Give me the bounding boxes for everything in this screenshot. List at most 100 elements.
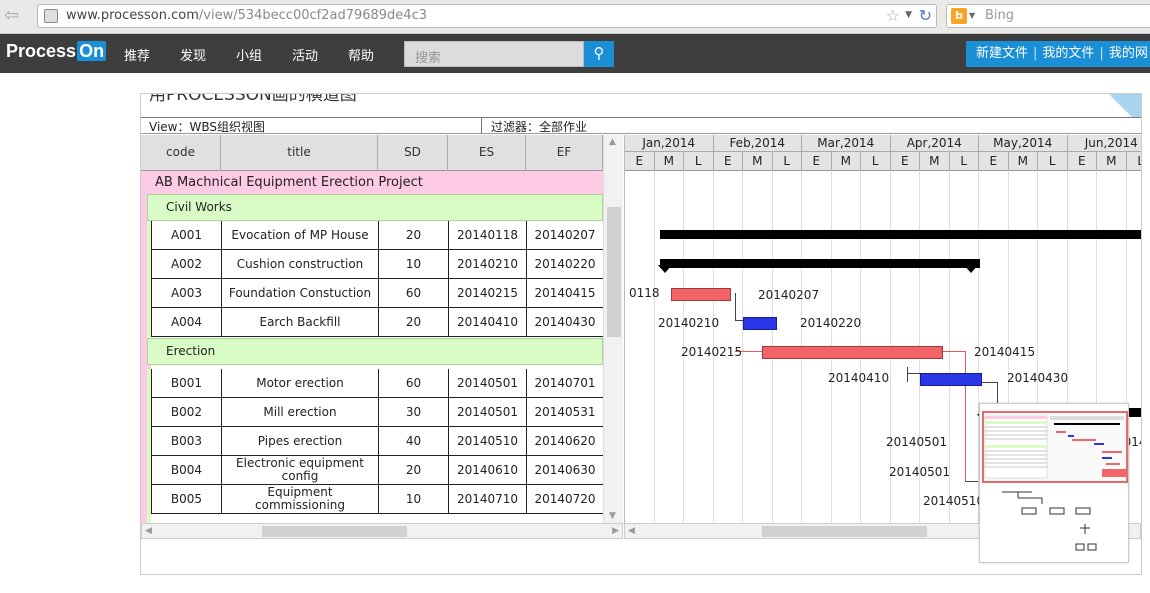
chevron-down-icon[interactable]: ▼ — [969, 11, 975, 20]
date-label: 20140220 — [800, 316, 862, 330]
scroll-left-icon[interactable]: ◀ — [145, 524, 152, 539]
cell-ef: 20140531 — [527, 398, 604, 426]
civil-works-summary-bar[interactable] — [660, 259, 980, 268]
month-label: Jan,2014 — [625, 135, 714, 152]
month-label: Feb,2014 — [714, 135, 802, 152]
table-row[interactable]: B004 Electronic equipment config 20 2014061… — [151, 456, 604, 485]
url-text: www.processon.com/view/534becc00cf2ad796… — [66, 8, 427, 23]
table-row[interactable]: B001 Motor erection 60 20140501 20140701 — [151, 369, 604, 398]
my-network-link[interactable]: 我的网 — [1109, 46, 1148, 61]
date-label: 20140510 — [923, 494, 985, 508]
cell-title: Pipes erection — [222, 427, 379, 455]
horizontal-scrollbar-left[interactable]: ◀ ▶ — [141, 523, 623, 539]
table-row[interactable]: B003 Pipes erection 40 20140510 20140620 — [151, 427, 604, 456]
browser-search-box[interactable]: b ▼ Bing — [946, 4, 1150, 28]
month-label: Mar,2014 — [802, 135, 891, 152]
scroll-right-icon[interactable]: ▶ — [612, 524, 619, 539]
site-icon — [44, 9, 58, 23]
reload-icon[interactable]: ↻ — [919, 6, 932, 25]
page-corner — [1101, 94, 1141, 118]
table-row[interactable]: B005 Equipment commissioning 10 20140710 201… — [151, 485, 604, 514]
header-code: code — [141, 135, 221, 171]
table-body: AB Machnical Equipment Erection Project … — [141, 171, 604, 523]
grid-line — [653, 171, 655, 523]
month-label: Jun,2014 — [1068, 135, 1142, 152]
scroll-down-icon[interactable]: ▼ — [609, 511, 616, 521]
app-navbar: Process On 推荐 发现 小组 活动 帮助 搜索 ⚲ 新建文件 | 我的文件 |… — [0, 34, 1150, 73]
period-label: E — [1068, 152, 1097, 171]
cell-code: A003 — [152, 279, 222, 307]
gantt-bar-a003[interactable] — [762, 346, 943, 359]
cell-es: 20140118 — [449, 221, 527, 249]
table-row[interactable]: A004 Earch Backfill 20 20140410 20140430 — [151, 308, 604, 337]
bookmark-star-icon[interactable]: ☆ — [886, 6, 900, 25]
cell-code: B003 — [152, 427, 222, 455]
vertical-scrollbar[interactable]: ▲ ▼ — [603, 135, 623, 523]
scrollbar-thumb[interactable] — [607, 207, 621, 337]
period-label: L — [861, 152, 891, 171]
cell-es: 20140210 — [449, 250, 527, 278]
nav-groups[interactable]: 小组 — [236, 45, 262, 64]
header-title: title — [221, 135, 378, 171]
grid-line — [742, 171, 743, 523]
new-file-link[interactable]: 新建文件 — [976, 46, 1028, 61]
cell-es: 20140501 — [449, 398, 527, 426]
cell-sd: 60 — [379, 369, 449, 397]
nav-recommend[interactable]: 推荐 — [124, 45, 150, 64]
period-label: L — [684, 152, 714, 171]
scrollbar-thumb[interactable] — [262, 526, 407, 537]
navigator-viewport[interactable] — [982, 411, 1128, 483]
scroll-up-icon[interactable]: ▲ — [609, 137, 616, 147]
scroll-left-icon[interactable]: ◀ — [628, 524, 635, 539]
cell-sd: 10 — [379, 250, 449, 278]
address-bar[interactable]: www.processon.com/view/534becc00cf2ad796… — [37, 4, 937, 28]
period-label: M — [1009, 152, 1038, 171]
cell-code: B005 — [152, 485, 222, 513]
nav-activity[interactable]: 活动 — [292, 45, 318, 64]
month-label: May,2014 — [979, 135, 1068, 152]
my-files-link[interactable]: 我的文件 — [1042, 46, 1094, 61]
diagram-navigator[interactable] — [979, 403, 1129, 563]
table-row[interactable]: B002 Mill erection 30 20140501 20140531 — [151, 398, 604, 427]
project-summary-bar[interactable] — [660, 230, 1141, 239]
wbs-table: code title SD ES EF AB Machnical Equipme… — [141, 135, 623, 523]
period-label: E — [802, 152, 832, 171]
cell-title: Motor erection — [222, 369, 379, 397]
cell-code: B001 — [152, 369, 222, 397]
search-placeholder: Bing — [985, 8, 1015, 23]
header-ef: EF — [526, 135, 603, 171]
table-row[interactable]: A002 Cushion construction 10 20140210 201402… — [151, 250, 604, 279]
back-arrow-icon[interactable]: ⇦ — [4, 6, 26, 26]
bing-logo-icon: b — [951, 8, 967, 24]
view-label: View：WBS组织视图 — [149, 120, 265, 134]
table-row[interactable]: A003 Foundation Constuction 60 20140215 2014… — [151, 279, 604, 308]
table-header: code title SD ES EF — [141, 135, 603, 171]
filter-label: 过滤器：全部作业 — [491, 120, 588, 134]
table-row[interactable]: A001 Evocation of MP House 20 20140118 20140… — [151, 221, 604, 250]
nav-discover[interactable]: 发现 — [180, 45, 206, 64]
search-icon[interactable]: ⚲ — [584, 41, 614, 67]
cell-es: 20140610 — [449, 456, 527, 484]
header-es: ES — [448, 135, 526, 171]
date-label: 20140410 — [828, 371, 890, 385]
gantt-bar-a002[interactable] — [743, 317, 777, 330]
gantt-bar-a001[interactable] — [671, 288, 731, 301]
search-input[interactable]: 搜索 — [404, 41, 584, 67]
period-label: M — [743, 152, 773, 171]
cell-ef: 20140701 — [527, 369, 604, 397]
nav-help[interactable]: 帮助 — [348, 45, 374, 64]
project-row[interactable]: AB Machnical Equipment Erection Project — [141, 171, 603, 194]
date-label: 0118 — [629, 286, 660, 300]
date-label: 20140501 — [886, 435, 948, 449]
processon-logo[interactable]: Process On — [6, 41, 107, 65]
cell-code: B002 — [152, 398, 222, 426]
group-row[interactable]: Erection — [147, 338, 603, 365]
cell-ef: 20140415 — [527, 279, 604, 307]
group-row[interactable]: Civil Works — [147, 194, 603, 221]
cell-es: 20140510 — [449, 427, 527, 455]
cell-sd: 20 — [379, 221, 449, 249]
gantt-bar-a004[interactable] — [920, 373, 982, 386]
scrollbar-thumb[interactable] — [762, 526, 927, 537]
chevron-down-icon[interactable]: ▼ — [905, 10, 912, 20]
cell-sd: 20 — [379, 308, 449, 336]
